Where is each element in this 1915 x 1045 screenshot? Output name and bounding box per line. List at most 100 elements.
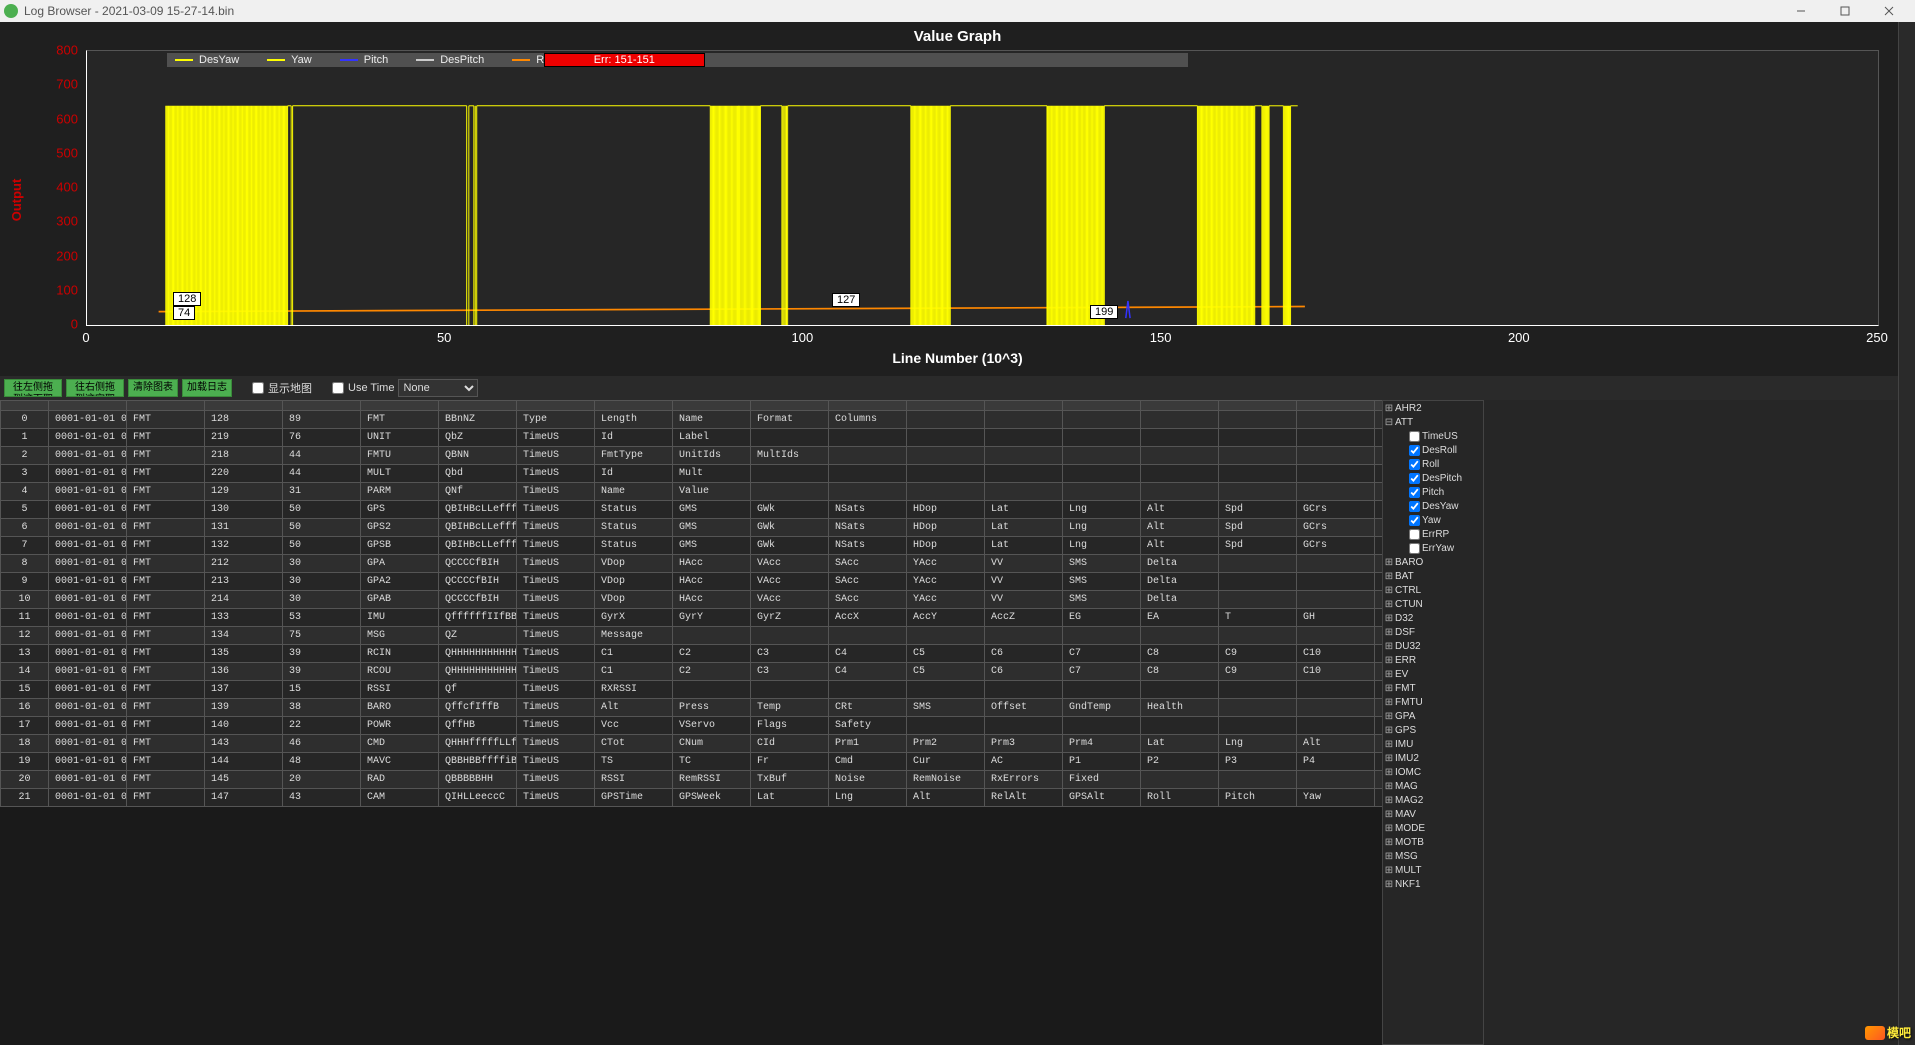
grid-cell[interactable]: Flags (751, 717, 829, 735)
table-row[interactable]: 140001-01-01 0...FMT13639RCOUQHHHHHHHHHH… (1, 663, 1383, 681)
grid-cell[interactable]: GWk (751, 537, 829, 555)
grid-cell[interactable]: AccZ (985, 609, 1063, 627)
grid-cell[interactable]: FMT (127, 753, 205, 771)
table-row[interactable]: 110001-01-01 0...FMT13353IMUQffffffIIfBB… (1, 609, 1383, 627)
grid-cell[interactable] (1063, 447, 1141, 465)
show-map-check[interactable]: 显示地图 (252, 380, 312, 396)
grid-cell[interactable]: FMT (361, 411, 439, 429)
grid-cell[interactable]: RCIN (361, 645, 439, 663)
grid-cell[interactable] (1375, 465, 1383, 483)
grid-cell[interactable]: TimeUS (517, 555, 595, 573)
close-button[interactable] (1867, 0, 1911, 22)
grid-cell[interactable]: FMT (127, 573, 205, 591)
grid-cell[interactable] (1219, 483, 1297, 501)
grid-cell[interactable]: 0001-01-01 0... (49, 717, 127, 735)
grid-cell[interactable] (1375, 501, 1383, 519)
grid-cell[interactable]: HDop (907, 501, 985, 519)
grid-cell[interactable] (1375, 537, 1383, 555)
grid-cell[interactable]: VV (985, 555, 1063, 573)
grid-header-cell[interactable] (49, 401, 127, 411)
grid-cell[interactable]: RCOU (361, 663, 439, 681)
grid-cell[interactable]: Length (595, 411, 673, 429)
tree-checkbox[interactable] (1409, 431, 1420, 442)
grid-cell[interactable]: Prm4 (1063, 735, 1141, 753)
grid-cell[interactable]: AccY (907, 609, 985, 627)
table-row[interactable]: 200001-01-01 0...FMT14520RADQBBBBBHHTime… (1, 771, 1383, 789)
grid-cell[interactable]: GPSWeek (673, 789, 751, 807)
grid-cell[interactable]: 145 (205, 771, 283, 789)
tree-node[interactable]: ⊞FMTU (1383, 695, 1483, 709)
row-number-cell[interactable]: 5 (1, 501, 49, 519)
grid-cell[interactable]: TimeUS (517, 483, 595, 501)
grid-cell[interactable]: Lat (985, 537, 1063, 555)
grid-cell[interactable]: 39 (283, 663, 361, 681)
grid-cell[interactable] (751, 627, 829, 645)
row-number-cell[interactable]: 0 (1, 411, 49, 429)
grid-header-cell[interactable] (283, 401, 361, 411)
grid-cell[interactable] (985, 483, 1063, 501)
grid-cell[interactable] (1375, 753, 1383, 771)
grid-cell[interactable]: FMT (127, 663, 205, 681)
grid-cell[interactable]: QffHB (439, 717, 517, 735)
time-mode-select[interactable]: None (398, 379, 478, 397)
grid-cell[interactable]: YAcc (907, 591, 985, 609)
tree-node[interactable]: ⊞AHR2 (1383, 401, 1483, 415)
grid-cell[interactable]: Lat (985, 519, 1063, 537)
grid-cell[interactable]: EA (1141, 609, 1219, 627)
grid-cell[interactable]: VServo (673, 717, 751, 735)
expand-icon[interactable]: ⊞ (1383, 613, 1395, 624)
grid-cell[interactable]: Lng (1219, 735, 1297, 753)
grid-cell[interactable]: Alt (595, 699, 673, 717)
tree-node[interactable]: ⊞BARO (1383, 555, 1483, 569)
grid-header-cell[interactable] (517, 401, 595, 411)
row-number-cell[interactable]: 16 (1, 699, 49, 717)
grid-cell[interactable] (1297, 681, 1375, 699)
grid-cell[interactable] (829, 465, 907, 483)
grid-cell[interactable] (1297, 411, 1375, 429)
grid-cell[interactable]: Temp (751, 699, 829, 717)
grid-cell[interactable]: FMT (127, 429, 205, 447)
tree-node[interactable]: ⊞IMU2 (1383, 751, 1483, 765)
grid-cell[interactable]: C7 (1063, 663, 1141, 681)
grid-cell[interactable]: GyrX (595, 609, 673, 627)
grid-cell[interactable]: C9 (1219, 663, 1297, 681)
grid-cell[interactable]: 0001-01-01 0... (49, 627, 127, 645)
tree-node[interactable]: ⊞MODE (1383, 821, 1483, 835)
grid-cell[interactable] (1219, 717, 1297, 735)
grid-header-cell[interactable] (439, 401, 517, 411)
grid-cell[interactable]: IMU (361, 609, 439, 627)
grid-cell[interactable]: P3 (1219, 753, 1297, 771)
grid-cell[interactable] (1063, 429, 1141, 447)
row-number-cell[interactable]: 2 (1, 447, 49, 465)
chart-plot[interactable]: DesYawYawPitchDesPitchRollDesRollErr: 15… (86, 50, 1879, 326)
grid-cell[interactable]: CMD (361, 735, 439, 753)
tree-node[interactable]: ⊞MOTB (1383, 835, 1483, 849)
grid-header-cell[interactable] (361, 401, 439, 411)
grid-cell[interactable]: Alt (907, 789, 985, 807)
grid-cell[interactable]: C1 (595, 663, 673, 681)
grid-cell[interactable]: QBIHBcLLeffffB (439, 537, 517, 555)
grid-cell[interactable]: VDop (595, 573, 673, 591)
grid-cell[interactable]: Safety (829, 717, 907, 735)
grid-cell[interactable]: 0001-01-01 0... (49, 735, 127, 753)
grid-cell[interactable]: Vcc (595, 717, 673, 735)
grid-cell[interactable]: 130 (205, 501, 283, 519)
tree-node[interactable]: ⊞MULT (1383, 863, 1483, 877)
grid-cell[interactable]: CRt (829, 699, 907, 717)
grid-cell[interactable]: 136 (205, 663, 283, 681)
grid-cell[interactable]: QBBHBBffffiBB (439, 753, 517, 771)
grid-cell[interactable]: Label (673, 429, 751, 447)
grid-cell[interactable] (907, 429, 985, 447)
tree-node[interactable]: ⊞IOMC (1383, 765, 1483, 779)
grid-cell[interactable]: Pitch (1219, 789, 1297, 807)
grid-cell[interactable]: 133 (205, 609, 283, 627)
grid-cell[interactable]: GPS2 (361, 519, 439, 537)
chart-marker[interactable]: 74 (173, 306, 195, 320)
grid-cell[interactable]: C1 (595, 645, 673, 663)
expand-icon[interactable]: ⊞ (1383, 795, 1395, 806)
grid-cell[interactable] (829, 483, 907, 501)
table-row[interactable]: 80001-01-01 0...FMT21230GPAQCCCCfBIHTime… (1, 555, 1383, 573)
grid-cell[interactable]: 213 (205, 573, 283, 591)
table-row[interactable]: 190001-01-01 0...FMT14448MAVCQBBHBBffffi… (1, 753, 1383, 771)
grid-cell[interactable]: NSats (829, 501, 907, 519)
